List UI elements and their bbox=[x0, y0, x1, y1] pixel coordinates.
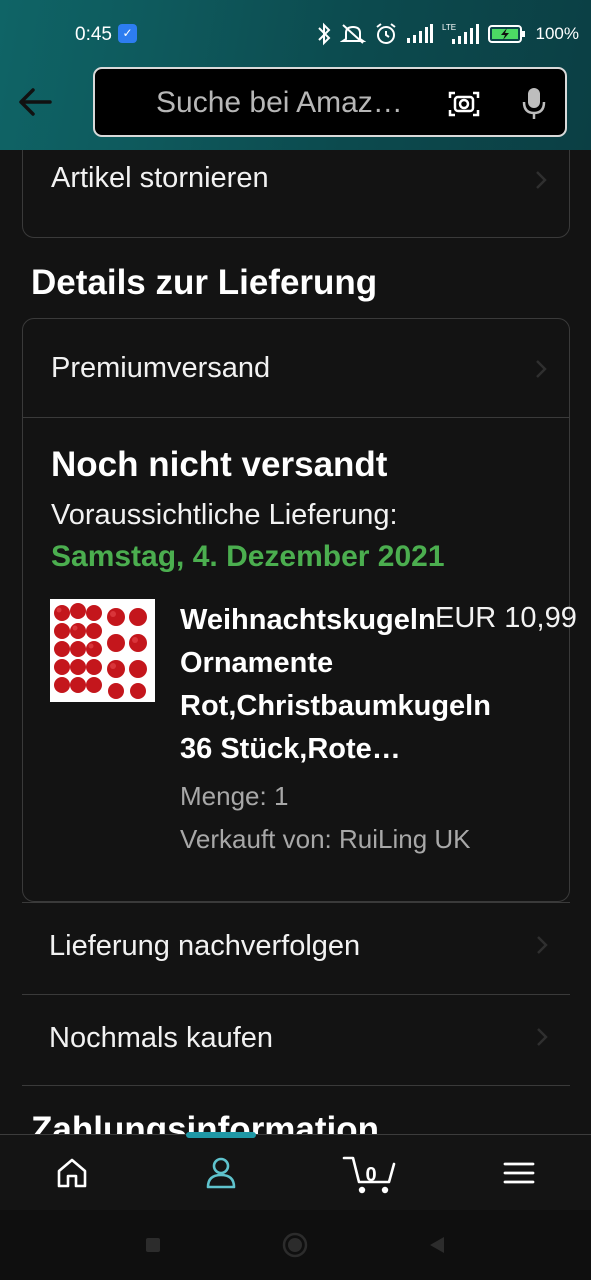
shipment-status: Noch nicht versandt bbox=[51, 445, 388, 484]
camera-icon[interactable] bbox=[447, 88, 481, 125]
buy-again-label: Nochmals kaufen bbox=[49, 1022, 274, 1054]
expected-delivery-date: Samstag, 4. Dezember 2021 bbox=[51, 540, 445, 573]
home-icon bbox=[57, 1158, 87, 1188]
svg-text:LTE: LTE bbox=[442, 23, 456, 32]
chevron-right-icon bbox=[535, 170, 547, 195]
back-system-button[interactable] bbox=[417, 1210, 457, 1280]
delivery-card: Premiumversand Noch nicht versandt Vorau… bbox=[22, 318, 577, 902]
back-button[interactable] bbox=[16, 84, 54, 120]
product-price: EUR 10,99 bbox=[435, 602, 577, 634]
back-triangle-icon bbox=[430, 1237, 444, 1253]
signal-icon bbox=[406, 24, 433, 43]
account-icon bbox=[206, 1157, 236, 1189]
order-details-content: Artikel stornieren Details zur Lieferung… bbox=[0, 150, 591, 1135]
home-system-button[interactable] bbox=[275, 1210, 315, 1280]
recents-button[interactable] bbox=[133, 1210, 173, 1280]
alarm-icon bbox=[375, 23, 396, 44]
search-input[interactable] bbox=[156, 83, 436, 123]
muted-bell-icon bbox=[339, 24, 366, 44]
lte-signal-icon: LTE bbox=[442, 23, 479, 44]
divider bbox=[22, 1085, 570, 1086]
track-delivery-row[interactable]: Lieferung nachverfolgen bbox=[22, 902, 570, 994]
shipping-method-row[interactable]: Premiumversand bbox=[23, 319, 569, 417]
chevron-right-icon bbox=[536, 935, 548, 960]
cancel-item-label: Artikel stornieren bbox=[51, 162, 269, 194]
product-seller: Verkauft von: RuiLing UK bbox=[180, 824, 471, 854]
cart-count: 0 bbox=[365, 1164, 377, 1186]
nav-cart[interactable]: 0 bbox=[336, 1135, 406, 1211]
delivery-section-title: Details zur Lieferung bbox=[31, 263, 378, 302]
cancel-item-row[interactable]: Artikel stornieren bbox=[22, 150, 570, 238]
nav-menu[interactable] bbox=[484, 1135, 554, 1211]
track-delivery-label: Lieferung nachverfolgen bbox=[49, 930, 361, 962]
recents-icon bbox=[146, 1238, 160, 1252]
app-header: 0:45 ✓ LTE 100% bbox=[0, 0, 591, 150]
nav-home[interactable] bbox=[37, 1135, 107, 1211]
nav-account[interactable] bbox=[186, 1135, 256, 1211]
shipping-method-label: Premiumversand bbox=[51, 352, 271, 384]
product-image[interactable] bbox=[50, 599, 155, 702]
buy-again-row[interactable]: Nochmals kaufen bbox=[22, 994, 570, 1086]
expected-delivery-label: Voraussichtliche Lieferung: bbox=[51, 499, 398, 531]
battery-percent: 100% bbox=[535, 24, 579, 43]
status-bar: 0:45 ✓ LTE 100% bbox=[0, 0, 591, 68]
product-quantity: Menge: 1 bbox=[180, 781, 289, 811]
divider bbox=[23, 417, 569, 418]
search-bar[interactable] bbox=[93, 67, 567, 137]
status-time: 0:45 bbox=[75, 24, 112, 45]
status-icons: LTE 100% bbox=[316, 20, 579, 48]
chevron-right-icon bbox=[536, 1027, 548, 1052]
bottom-navigation: 0 bbox=[0, 1132, 591, 1211]
menu-icon bbox=[503, 1162, 535, 1184]
mic-icon[interactable] bbox=[520, 85, 548, 126]
battery-icon bbox=[487, 25, 525, 43]
notification-app-icon: ✓ bbox=[118, 24, 137, 43]
back-arrow-icon bbox=[19, 88, 52, 116]
home-circle-icon bbox=[282, 1232, 308, 1258]
bluetooth-icon bbox=[317, 22, 330, 46]
system-navigation-bar bbox=[0, 1210, 591, 1280]
chevron-right-icon bbox=[535, 359, 547, 384]
product-title[interactable]: Weihnachtskugeln Ornamente Rot,Christbau… bbox=[180, 599, 491, 771]
